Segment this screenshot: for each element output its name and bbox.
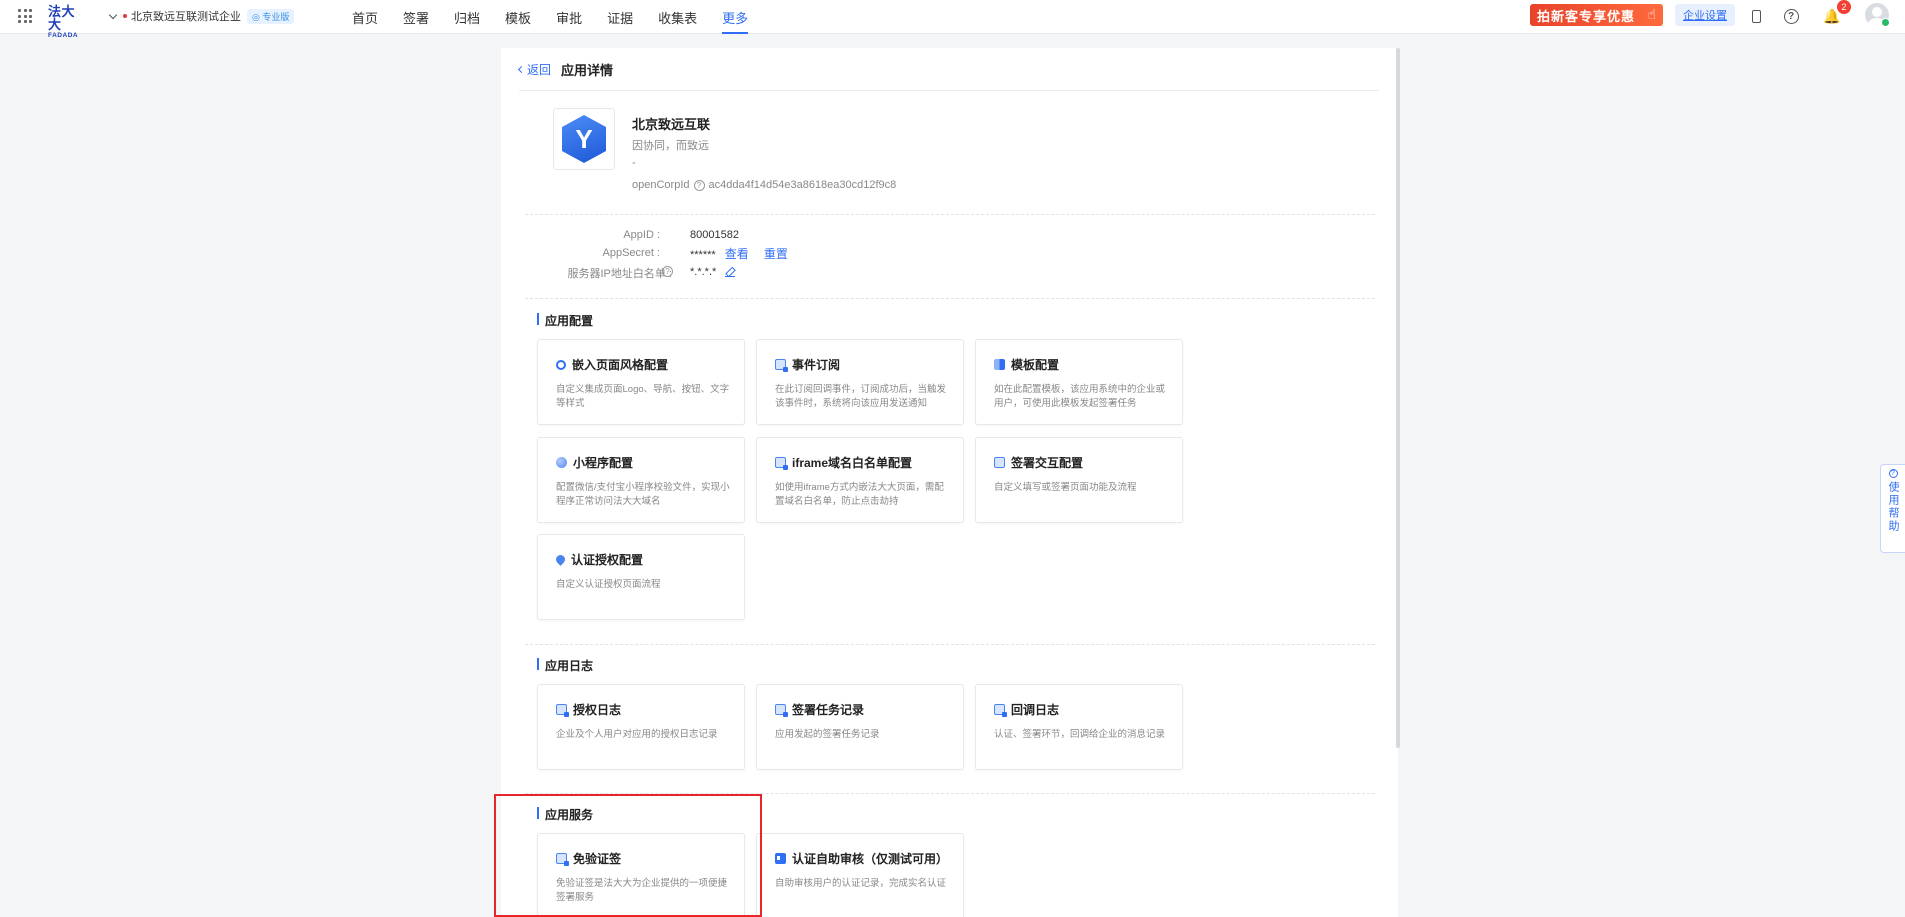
card-embed-page-style[interactable]: 嵌入页面风格配置 自定义集成页面Logo、导航、按钮、文字等样式 xyxy=(537,339,745,425)
header-divider xyxy=(519,90,1379,91)
card-event-subscription[interactable]: 事件订阅 在此订阅回调事件，订阅成功后，当触发该事件时，系统将向该应用发送通知 xyxy=(756,339,964,425)
open-corp-id-label: openCorpId xyxy=(632,179,690,191)
card-auth-log[interactable]: 授权日志 企业及个人用户对应用的授权日志记录 xyxy=(537,684,745,770)
app-slogan: 因协同，而致远 xyxy=(632,140,709,152)
promo-banner[interactable]: 拍新客专享优惠 ☝ xyxy=(1530,4,1663,26)
appid-value: 80001582 xyxy=(690,229,739,241)
pin-icon xyxy=(554,553,567,566)
nav-home[interactable]: 首页 xyxy=(352,0,378,34)
nav-archive[interactable]: 归档 xyxy=(454,0,480,34)
help-float-label: 使用帮助 xyxy=(1887,481,1899,533)
ip-whitelist-value: *.*.*.* xyxy=(690,266,717,278)
divider xyxy=(525,793,1375,794)
section-title-services: 应用服务 xyxy=(537,806,593,823)
appsecret-label: AppSecret : xyxy=(602,247,660,259)
apps-grid-icon[interactable] xyxy=(18,9,32,23)
nav-evidence[interactable]: 证据 xyxy=(607,0,633,34)
main-nav: 首页 签署 归档 模板 审批 证据 收集表 更多 xyxy=(352,0,773,34)
section-title-logs: 应用日志 xyxy=(537,657,593,674)
template-icon xyxy=(994,359,1005,370)
ip-whitelist-value-group: *.*.*.* xyxy=(690,266,736,278)
document-icon xyxy=(775,704,788,717)
card-miniprogram-config[interactable]: 小程序配置 配置微信/支付宝小程序校验文件，实现小程序正常访问法大大域名 xyxy=(537,437,745,523)
nav-approval[interactable]: 审批 xyxy=(556,0,582,34)
document-icon xyxy=(556,704,569,717)
page-header: 返回 应用详情 xyxy=(517,60,614,79)
document-icon xyxy=(556,853,569,866)
app-placeholder-dash: - xyxy=(632,157,636,169)
appsecret-value: ****** xyxy=(690,249,716,261)
pro-edition-badge: ◎ 专业版 xyxy=(247,8,295,24)
nav-template[interactable]: 模板 xyxy=(505,0,531,34)
card-sign-interaction[interactable]: 签署交互配置 自定义填写或签署页面功能及流程 xyxy=(975,437,1183,523)
red-dot-indicator xyxy=(123,14,127,18)
help-float-button[interactable]: ? 使用帮助 xyxy=(1880,464,1905,553)
document-icon xyxy=(994,704,1007,717)
card-auth-config[interactable]: 认证授权配置 自定义认证授权页面流程 xyxy=(537,534,745,620)
question-icon: ? xyxy=(1888,469,1898,478)
miniprogram-icon xyxy=(556,457,567,468)
app-name: 北京致远互联 xyxy=(632,117,711,132)
org-switcher[interactable]: 北京致远互联测试企业 ◎ 专业版 xyxy=(108,8,295,24)
back-link[interactable]: 返回 xyxy=(517,61,551,78)
ip-whitelist-label-group: 服务器IP地址白名单 : xyxy=(567,268,672,280)
mobile-icon[interactable] xyxy=(1747,7,1765,25)
promo-label: 拍新客专享优惠 xyxy=(1537,8,1636,24)
edit-icon[interactable] xyxy=(725,267,736,278)
ip-whitelist-row: 服务器IP地址白名单 : xyxy=(500,265,672,280)
card-verification-free-sign[interactable]: 免验证签 免验证签是法大大为企业提供的一项便捷签署服务 xyxy=(537,833,745,917)
reset-secret-link[interactable]: 重置 xyxy=(764,247,788,261)
chevron-down-icon xyxy=(108,10,118,19)
appid-row: AppID : xyxy=(500,229,660,243)
appsecret-row: AppSecret : xyxy=(500,247,660,261)
mail-icon xyxy=(994,457,1005,468)
org-name: 北京致远互联测试企业 xyxy=(131,11,241,23)
id-card-icon xyxy=(775,853,786,864)
divider xyxy=(525,214,1375,215)
nav-sign[interactable]: 签署 xyxy=(403,0,429,34)
enterprise-settings-button[interactable]: 企业设置 xyxy=(1675,4,1735,26)
appid-label: AppID : xyxy=(623,229,660,241)
logo-en: FADADA xyxy=(48,32,79,39)
top-bar: 法大大 FADADA 北京致远互联测试企业 ◎ 专业版 首页 签署 归档 模板 … xyxy=(0,0,1905,39)
document-icon xyxy=(775,457,788,470)
divider xyxy=(525,644,1375,645)
nav-more[interactable]: 更多 xyxy=(722,0,749,34)
document-icon xyxy=(775,359,788,372)
view-secret-link[interactable]: 查看 xyxy=(725,247,749,261)
open-corp-id-value: ac4dda4f14d54e3a8618ea30cd12f9c8 xyxy=(708,179,897,191)
open-corp-id-row: openCorpId ? ac4dda4f14d54e3a8618ea30cd1… xyxy=(632,179,896,191)
verified-check-icon xyxy=(1881,18,1890,27)
notification-badge: 2 xyxy=(1837,0,1851,14)
circle-icon xyxy=(556,359,566,370)
app-logo: Y xyxy=(553,108,615,170)
hand-pointer-icon: ☝ xyxy=(1647,6,1657,22)
card-callback-log[interactable]: 回调日志 认证、签署环节，回调给企业的消息记录 xyxy=(975,684,1183,770)
logo-cn: 法大大 xyxy=(48,4,76,32)
appsecret-value-group: ****** 查看 重置 xyxy=(690,245,788,262)
nav-collection-form[interactable]: 收集表 xyxy=(658,0,697,34)
scrollbar[interactable] xyxy=(1396,48,1400,748)
section-title-config: 应用配置 xyxy=(537,312,593,329)
card-template-config[interactable]: 模板配置 如在此配置模板，该应用系统中的企业或用户，可使用此模板发起签署任务 xyxy=(975,339,1183,425)
help-icon[interactable]: ? xyxy=(1782,7,1800,25)
card-auth-self-review[interactable]: 认证自助审核（仅测试可用） 自助审核用户的认证记录，完成实名认证 xyxy=(756,833,964,917)
chevron-left-icon xyxy=(517,65,526,74)
page-title: 应用详情 xyxy=(561,63,614,78)
fadada-logo[interactable]: 法大大 FADADA xyxy=(48,5,88,40)
divider xyxy=(525,298,1375,299)
card-iframe-whitelist[interactable]: iframe域名白名单配置 如使用iframe方式内嵌法大大页面，需配置域名白名… xyxy=(756,437,964,523)
info-icon[interactable]: ? xyxy=(662,266,673,277)
card-sign-task-log[interactable]: 签署任务记录 应用发起的签署任务记录 xyxy=(756,684,964,770)
info-icon[interactable]: ? xyxy=(693,179,705,191)
